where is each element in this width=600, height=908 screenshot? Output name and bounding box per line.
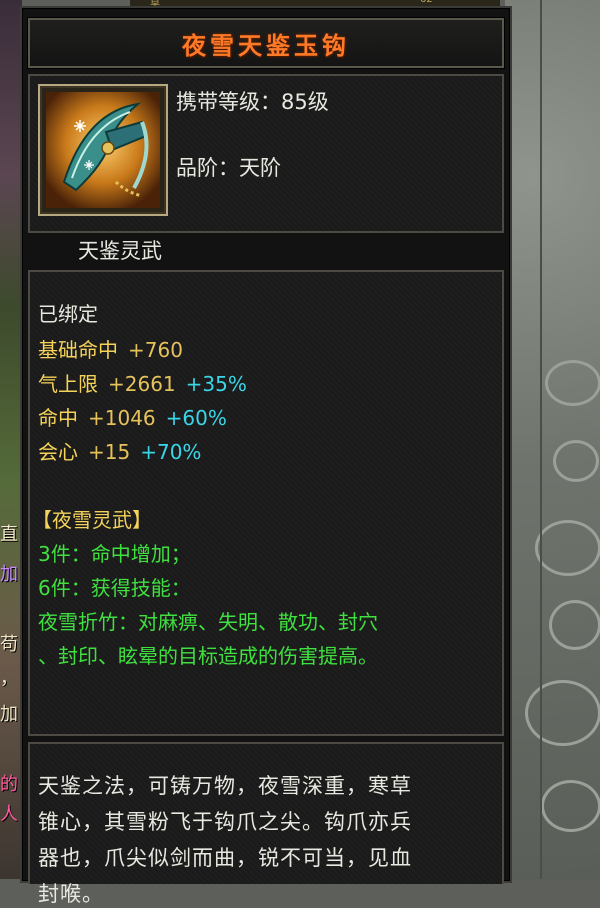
title-bar: 夜雪天鉴玉钩: [27, 17, 505, 69]
bound-status: 已绑定: [38, 302, 98, 326]
stat-row: 基础命中 +760: [38, 334, 183, 363]
stat-value: +760: [128, 338, 183, 362]
stat-bonus: +70%: [140, 440, 202, 464]
item-stats-box: 已绑定 基础命中 +760 气上限 +2661 +35% 命中 +1046 +60% 会心…: [28, 270, 504, 736]
background-text-fragment: 直.: [0, 524, 22, 545]
stat-row: 命中 +1046 +60%: [38, 402, 227, 431]
stat-bonus: +60%: [165, 406, 227, 430]
stone-carving: [549, 600, 600, 650]
carry-level-value: 85级: [281, 90, 329, 114]
carry-level-label: 携带等级：: [176, 90, 281, 114]
stone-carving: [535, 520, 600, 576]
stat-row: 气上限 +2661 +35%: [38, 368, 247, 397]
background-text-fragment: 的: [0, 774, 18, 795]
stone-carving: [553, 440, 599, 482]
stat-bonus: +35%: [185, 372, 247, 396]
background-text-fragment: ，: [0, 668, 18, 689]
description-line: 器也，爪尖似剑而曲，锐不可当，见血: [38, 846, 412, 870]
stat-name: 气上限: [38, 372, 98, 396]
game-scene-left: [0, 0, 22, 879]
item-info-box: 携带等级：85级 品阶：天阶: [28, 74, 504, 233]
wall-edge: [540, 0, 542, 879]
description-line: 天鉴之法，可铸万物，夜雪深重，寒草: [38, 774, 412, 798]
jade-hook-weapon-icon: [46, 92, 160, 208]
stone-carving: [545, 360, 600, 406]
grade-value: 天阶: [239, 156, 281, 180]
stat-name: 命中: [38, 406, 78, 430]
background-text-fragment: 加: [0, 564, 18, 585]
description-line: 锥心，其雪粉飞于钩爪之尖。钩爪亦兵: [38, 810, 412, 834]
stone-carving: [541, 780, 600, 832]
background-text-fragment: 加: [0, 704, 18, 725]
carry-level: 携带等级：85级: [176, 86, 329, 116]
item-title: 夜雪天鉴玉钩: [182, 31, 350, 60]
item-grade: 品阶：天阶: [176, 152, 281, 182]
stat-name: 会心: [38, 440, 78, 464]
stat-name: 基础命中: [38, 338, 118, 362]
description-line: 封喉。: [38, 882, 104, 906]
stone-carving: [525, 680, 600, 746]
item-category: 天鉴灵武: [78, 239, 162, 263]
set-bonus: 6件：获得技能：: [38, 576, 191, 600]
set-name: 【夜雪灵武】: [32, 508, 152, 532]
background-text-fragment: 苟: [0, 634, 18, 655]
top-strip-text: 62: [420, 0, 433, 5]
stat-value: +15: [88, 440, 131, 464]
item-tooltip: 夜雪天鉴玉钩 携带等级：85级 品阶：天阶 天鉴灵武 已绑定 基础命中 +760…: [20, 6, 512, 906]
game-scene-right: [505, 0, 600, 879]
item-description-box: 天鉴之法，可铸万物，夜雪深重，寒草 锥心，其雪粉飞于钩爪之尖。钩爪亦兵 器也，爪…: [28, 742, 504, 906]
stat-value: +2661: [108, 372, 176, 396]
set-bonus: 夜雪折竹：对麻痹、失明、散功、封穴: [38, 610, 378, 634]
background-text-fragment: 人: [0, 804, 18, 825]
set-bonus: 、封印、眩晕的目标造成的伤害提高。: [38, 644, 378, 668]
set-bonus: 3件：命中增加；: [38, 542, 191, 566]
stat-row: 会心 +15 +70%: [38, 436, 201, 465]
grade-label: 品阶：: [176, 156, 239, 180]
stat-value: +1046: [88, 406, 156, 430]
item-icon-frame[interactable]: [38, 84, 168, 216]
